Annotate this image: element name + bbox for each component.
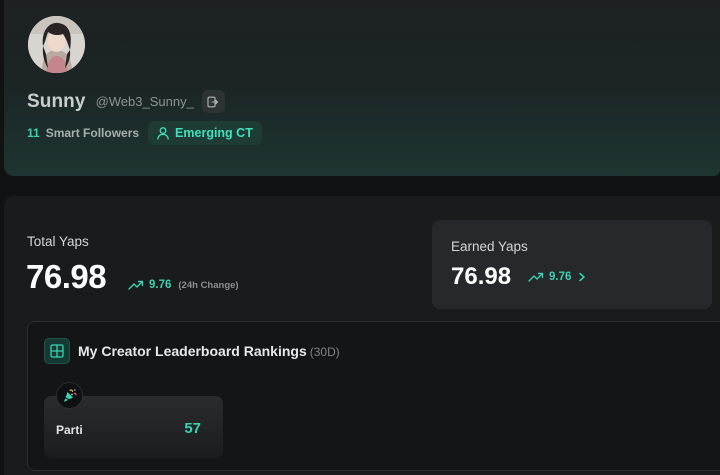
- parti-logo-icon: [56, 382, 83, 409]
- user-icon: [157, 127, 169, 140]
- copy-icon: [207, 96, 219, 107]
- party-popper-icon: [64, 389, 77, 402]
- earned-yaps-card[interactable]: Earned Yaps 76.98 9.76: [432, 220, 712, 309]
- leaderboard-card: My Creator Leaderboard Rankings (30D) Par…: [27, 321, 720, 471]
- copy-handle-button[interactable]: [201, 90, 225, 113]
- earned-yaps-label: Earned Yaps: [451, 239, 528, 254]
- total-yaps-change: 9.76 (24h Change): [128, 279, 239, 291]
- project-name: Parti: [56, 423, 83, 437]
- leaderboard-period: (30D): [309, 345, 340, 359]
- earned-change-value: 9.76: [549, 271, 572, 283]
- grid-icon: [50, 344, 64, 358]
- total-yaps-value: 76.98: [26, 258, 107, 295]
- trend-up-icon: [528, 272, 544, 282]
- total-yaps-label: Total Yaps: [27, 234, 89, 249]
- tier-badge: Emerging CT: [148, 121, 262, 145]
- stats-panel: Total Yaps 76.98 9.76 (24h Change) Earne…: [4, 196, 720, 475]
- avatar-image: [28, 16, 85, 73]
- earned-yaps-value: 76.98: [451, 263, 512, 290]
- chevron-right-icon[interactable]: [578, 272, 586, 282]
- followers-row: 11 Smart Followers Emerging CT: [27, 121, 262, 145]
- user-handle[interactable]: @Web3_Sunny_: [96, 94, 194, 109]
- leaderboard-title-text: My Creator Leaderboard Rankings: [78, 343, 307, 359]
- leaderboard-icon-box: [44, 338, 70, 364]
- profile-card: Sunny @Web3_Sunny_ 11 Smart Followers Em…: [4, 0, 720, 176]
- earned-yaps-change: 9.76: [528, 271, 586, 283]
- name-row: Sunny @Web3_Sunny_: [27, 90, 225, 113]
- total-change-value: 9.76: [149, 279, 172, 291]
- smart-followers-label: Smart Followers: [45, 126, 140, 140]
- avatar[interactable]: [28, 16, 85, 73]
- display-name: Sunny: [27, 90, 86, 112]
- leaderboard-title: My Creator Leaderboard Rankings (30D): [78, 343, 340, 359]
- smart-followers-count: 11: [27, 126, 40, 140]
- tier-label: Emerging CT: [175, 126, 253, 140]
- trend-up-icon: [128, 280, 144, 290]
- leaderboard-entry[interactable]: Parti 57: [44, 382, 223, 458]
- project-rank: 57: [184, 420, 201, 437]
- total-change-period: (24h Change): [178, 279, 239, 291]
